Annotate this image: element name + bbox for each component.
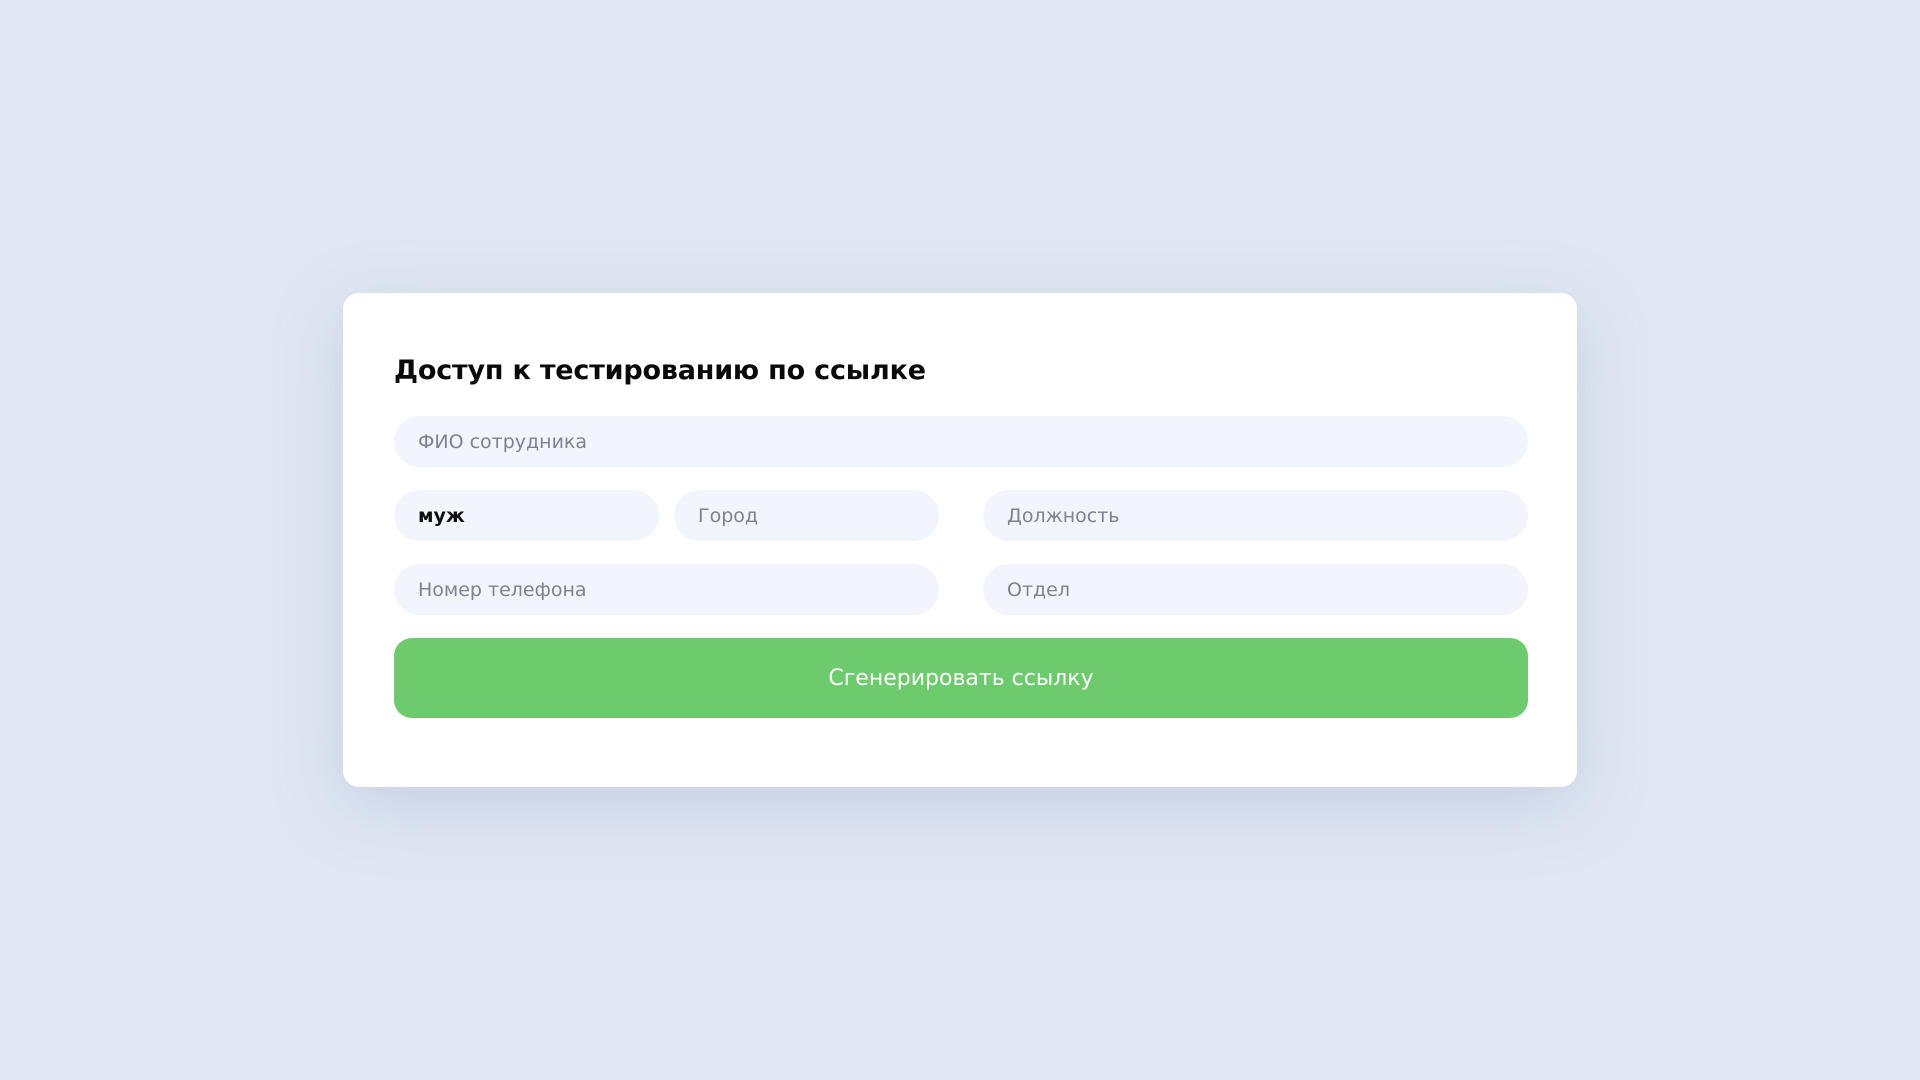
gender-field[interactable] [394,490,659,541]
full-name-field[interactable] [394,416,1528,467]
city-field[interactable] [674,490,939,541]
form-title: Доступ к тестированию по ссылке [394,355,926,386]
link-access-card: Доступ к тестированию по ссылке Сгенерир… [343,293,1577,787]
phone-field[interactable] [394,564,939,615]
position-field[interactable] [983,490,1528,541]
department-field[interactable] [983,564,1528,615]
generate-link-button[interactable]: Сгенерировать ссылку [394,638,1528,718]
